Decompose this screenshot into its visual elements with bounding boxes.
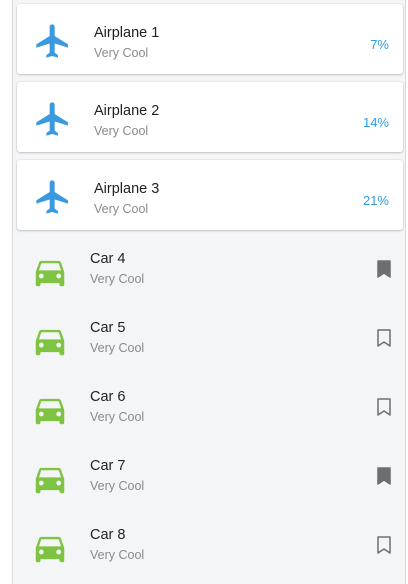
bookmark-filled-icon[interactable] <box>377 467 391 485</box>
list-item-airplane-1[interactable]: Airplane 1 Very Cool 7% <box>17 4 403 74</box>
item-title: Airplane 2 <box>94 103 160 119</box>
item-percent: 14% <box>362 115 389 130</box>
item-percent: 21% <box>362 193 389 208</box>
airplane-icon <box>36 24 68 58</box>
item-percent: 7% <box>370 37 389 52</box>
list-container: Airplane 1 Very Cool 7% Airplane 2 Very … <box>12 0 406 584</box>
item-subtitle: Very Cool <box>90 479 145 493</box>
list-item-airplane-2[interactable]: Airplane 2 Very Cool 14% <box>17 82 403 152</box>
car-icon <box>35 467 65 494</box>
item-title: Car 5 <box>90 320 126 336</box>
item-subtitle: Very Cool <box>94 124 149 138</box>
car-icon <box>35 536 65 563</box>
item-subtitle: Very Cool <box>94 202 149 216</box>
item-title: Car 4 <box>90 251 126 267</box>
item-title: Airplane 1 <box>94 25 160 41</box>
list-item-airplane-3[interactable]: Airplane 3 Very Cool 21% <box>17 160 403 230</box>
item-title: Airplane 3 <box>94 181 160 197</box>
item-title: Car 7 <box>90 458 126 474</box>
airplane-icon <box>36 102 68 136</box>
item-subtitle: Very Cool <box>90 410 145 424</box>
list-item-car-5[interactable]: Car 5 Very Cool <box>13 306 405 375</box>
list-item-car-7[interactable]: Car 7 Very Cool <box>13 444 405 513</box>
car-icon <box>35 329 65 356</box>
car-icon <box>35 260 65 287</box>
bookmark-outline-icon[interactable] <box>377 398 391 416</box>
item-subtitle: Very Cool <box>90 272 145 286</box>
list-item-car-8[interactable]: Car 8 Very Cool <box>13 513 405 582</box>
bookmark-filled-icon[interactable] <box>377 260 391 278</box>
airplane-icon <box>36 180 68 214</box>
item-subtitle: Very Cool <box>94 46 149 60</box>
item-title: Car 6 <box>90 389 126 405</box>
list-item-car-4[interactable]: Car 4 Very Cool <box>13 237 405 306</box>
item-subtitle: Very Cool <box>90 548 145 562</box>
bookmark-outline-icon[interactable] <box>377 536 391 554</box>
item-subtitle: Very Cool <box>90 341 145 355</box>
car-icon <box>35 398 65 425</box>
bookmark-outline-icon[interactable] <box>377 329 391 347</box>
list-item-car-6[interactable]: Car 6 Very Cool <box>13 375 405 444</box>
item-title: Car 8 <box>90 527 126 543</box>
